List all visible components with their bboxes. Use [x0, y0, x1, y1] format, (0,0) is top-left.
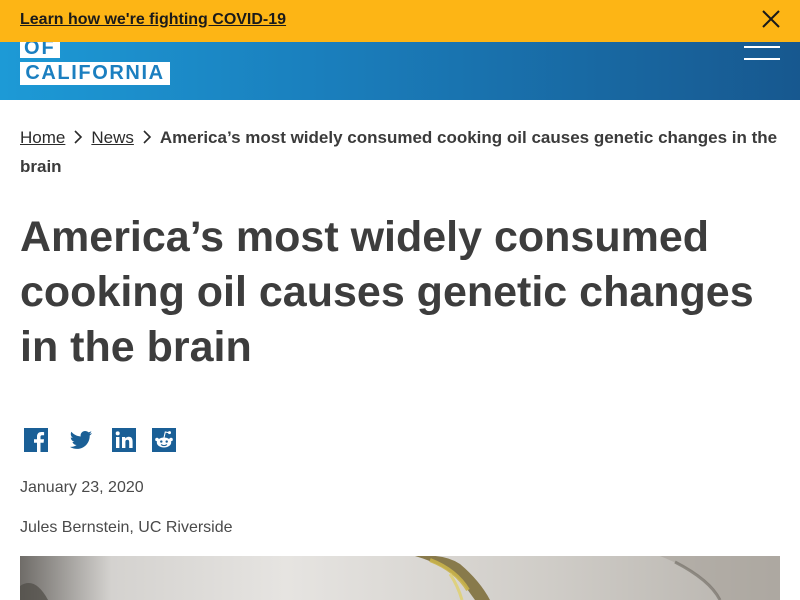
- hero-image: [20, 556, 780, 600]
- article-author: Jules Bernstein, UC Riverside: [20, 519, 233, 536]
- breadcrumb: Home News America’s most widely consumed c…: [20, 124, 780, 181]
- cooking-oil-photo: [20, 556, 780, 600]
- logo-of-text: OF: [20, 42, 60, 58]
- reddit-icon[interactable]: [152, 428, 176, 452]
- site-header: OF CALIFORNIA: [0, 42, 800, 100]
- close-icon[interactable]: [760, 8, 782, 30]
- breadcrumb-news-link[interactable]: News: [91, 128, 134, 147]
- covid-alert-link[interactable]: Learn how we're fighting COVID-19: [20, 11, 286, 29]
- breadcrumb-home-link[interactable]: Home: [20, 128, 65, 147]
- covid-alert-bar: Learn how we're fighting COVID-19: [0, 0, 800, 42]
- chevron-right-icon: [65, 125, 91, 153]
- hamburger-menu-icon[interactable]: [742, 42, 782, 66]
- page-title: America’s most widely consumed cooking o…: [20, 213, 754, 371]
- linkedin-icon[interactable]: [112, 428, 136, 452]
- facebook-icon[interactable]: [24, 428, 48, 452]
- menu-line: [744, 58, 780, 60]
- chevron-right-icon: [134, 125, 160, 153]
- menu-line: [744, 46, 780, 48]
- twitter-icon[interactable]: [68, 428, 94, 452]
- logo-california-text: CALIFORNIA: [20, 62, 170, 85]
- article-date: January 23, 2020: [20, 479, 144, 496]
